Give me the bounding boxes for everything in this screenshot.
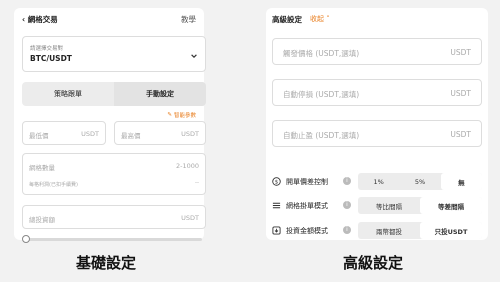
trigger-price-placeholder: 觸發價格 (USDT,選填) bbox=[283, 49, 360, 58]
investment-input[interactable]: 總投資額 USDT bbox=[22, 205, 206, 229]
collapse-button[interactable]: 收起 ˄ bbox=[310, 14, 330, 24]
take-profit-input[interactable]: 自動止盈 (USDT,選填) USDT bbox=[272, 120, 482, 147]
profit-per-grid-label: 每格利潤(已扣手續費) bbox=[29, 182, 78, 188]
svg-text:$: $ bbox=[275, 180, 278, 186]
investment-mode-label: 投資金額模式 bbox=[286, 227, 328, 235]
investment-slider-handle[interactable] bbox=[22, 235, 30, 243]
spread-control-segmented: 1% 5% 無 bbox=[358, 173, 482, 190]
pair-select[interactable]: 請選擇交易對 BTC/USDT bbox=[22, 36, 206, 72]
high-price-placeholder: 最高價 bbox=[121, 132, 141, 140]
high-price-input[interactable]: 最高價 USDT bbox=[114, 121, 206, 145]
investment-mode-row: 投資金額模式 i 兩幣都投 只投USDT bbox=[272, 221, 484, 241]
grid-order-mode-segmented: 等比間隔 等差間隔 bbox=[358, 197, 482, 214]
basic-settings-caption: 基礎設定 bbox=[76, 254, 137, 272]
stop-loss-placeholder: 自動停損 (USDT,選填) bbox=[283, 90, 360, 99]
advanced-title: 高級設定 bbox=[272, 15, 302, 24]
spread-control-label: 開單價差控制 bbox=[286, 178, 328, 186]
investment-placeholder: 總投資額 bbox=[29, 216, 55, 224]
grid-count-range: 2-1000 bbox=[175, 162, 199, 170]
high-price-unit: USDT bbox=[181, 130, 199, 138]
info-icon[interactable]: i bbox=[343, 201, 351, 209]
smart-param-button[interactable]: ✎ 智能參數 bbox=[167, 111, 196, 119]
invest-usdt-only[interactable]: 只投USDT bbox=[420, 222, 482, 239]
spread-control-row: $ 開單價差控制 i 1% 5% 無 bbox=[272, 172, 484, 192]
spread-option-1pct[interactable]: 1% bbox=[358, 173, 399, 190]
pair-select-value: BTC/USDT bbox=[30, 54, 72, 63]
info-icon[interactable]: i bbox=[343, 226, 351, 234]
download-icon bbox=[272, 226, 281, 235]
spread-option-none[interactable]: 無 bbox=[440, 173, 482, 190]
investment-unit: USDT bbox=[181, 214, 199, 222]
profit-per-grid-value: -- bbox=[195, 180, 199, 186]
low-price-unit: USDT bbox=[81, 130, 99, 138]
mode-arithmetic[interactable]: 等差間隔 bbox=[420, 197, 482, 214]
back-label: 網格交易 bbox=[27, 15, 58, 24]
chevron-down-icon bbox=[191, 54, 197, 59]
mode-geometric[interactable]: 等比間隔 bbox=[358, 197, 420, 214]
take-profit-unit: USDT bbox=[450, 130, 471, 139]
investment-mode-segmented: 兩幣都投 只投USDT bbox=[358, 222, 482, 239]
mode-tabs: 策略跟單 手動設定 bbox=[22, 82, 206, 106]
pair-select-label: 請選擇交易對 bbox=[30, 46, 64, 52]
invest-both-coins[interactable]: 兩幣都投 bbox=[358, 222, 420, 239]
low-price-placeholder: 最低價 bbox=[29, 132, 49, 140]
grid-count-input[interactable]: 網格數量 2-1000 每格利潤(已扣手續費) -- bbox=[22, 153, 206, 195]
advanced-settings-panel: 高級設定 收起 ˄ 觸發價格 (USDT,選填) USDT 自動停損 (USDT… bbox=[266, 8, 488, 240]
tutorial-link[interactable]: 教學 bbox=[181, 14, 196, 25]
pencil-icon: ✎ bbox=[167, 112, 172, 118]
smart-param-label: 智能參數 bbox=[173, 113, 196, 119]
tab-strategy-copy[interactable]: 策略跟單 bbox=[22, 82, 114, 106]
grid-order-mode-row: 網格掛單模式 i 等比間隔 等差間隔 bbox=[272, 196, 484, 216]
back-button[interactable]: ‹ 網格交易 bbox=[22, 14, 58, 25]
info-icon[interactable]: i bbox=[343, 177, 351, 185]
trigger-price-unit: USDT bbox=[450, 48, 471, 57]
take-profit-placeholder: 自動止盈 (USDT,選填) bbox=[283, 131, 360, 140]
collapse-label: 收起 bbox=[310, 15, 324, 23]
investment-slider-track[interactable] bbox=[26, 238, 202, 241]
list-lines-icon bbox=[272, 202, 281, 209]
grid-order-mode-label: 網格掛單模式 bbox=[286, 202, 328, 210]
trigger-price-input[interactable]: 觸發價格 (USDT,選填) USDT bbox=[272, 38, 482, 65]
basic-settings-panel: ‹ 網格交易 教學 請選擇交易對 BTC/USDT 策略跟單 手動設定 ✎ 智能參… bbox=[14, 8, 206, 243]
advanced-settings-caption: 高級設定 bbox=[343, 254, 404, 272]
grid-count-placeholder: 網格數量 bbox=[29, 164, 55, 172]
stop-loss-input[interactable]: 自動停損 (USDT,選填) USDT bbox=[272, 79, 482, 106]
tab-manual-setup[interactable]: 手動設定 bbox=[114, 82, 206, 106]
low-price-input[interactable]: 最低價 USDT bbox=[22, 121, 106, 145]
spread-option-5pct[interactable]: 5% bbox=[399, 173, 440, 190]
dollar-circle-icon: $ bbox=[272, 177, 281, 186]
stop-loss-unit: USDT bbox=[450, 89, 471, 98]
chevron-up-icon: ˄ bbox=[324, 15, 330, 23]
